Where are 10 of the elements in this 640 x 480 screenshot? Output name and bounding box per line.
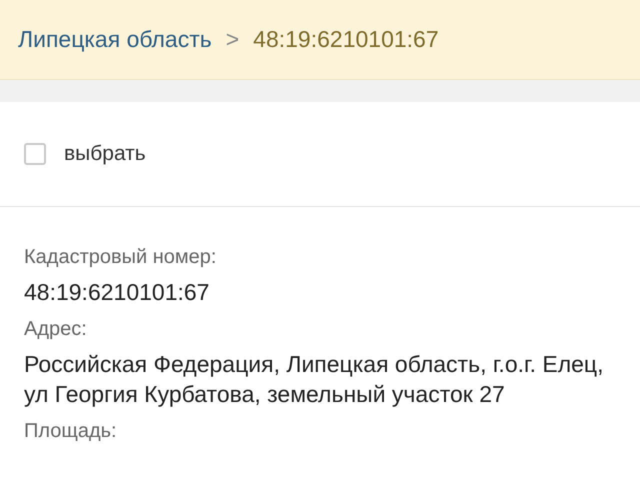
field-label: Кадастровый номер: [24,245,218,270]
current-cadastral-number: 48:19:6210101:67 [253,26,439,53]
breadcrumb-separator: > [226,26,240,53]
field-value: Российская Федерация, Липецкая область, г.о.г. Елец, ул Георгия Курбатова, земельный участок 27 [24,350,604,409]
field-label: Адрес: [24,317,88,342]
field-value: 48:19:6210101:67 [24,278,210,307]
region-link[interactable]: Липецкая область [18,26,212,53]
field-label: Площадь: [24,419,118,444]
checkbox[interactable] [24,143,46,165]
select-label[interactable]: выбрать [64,142,146,166]
